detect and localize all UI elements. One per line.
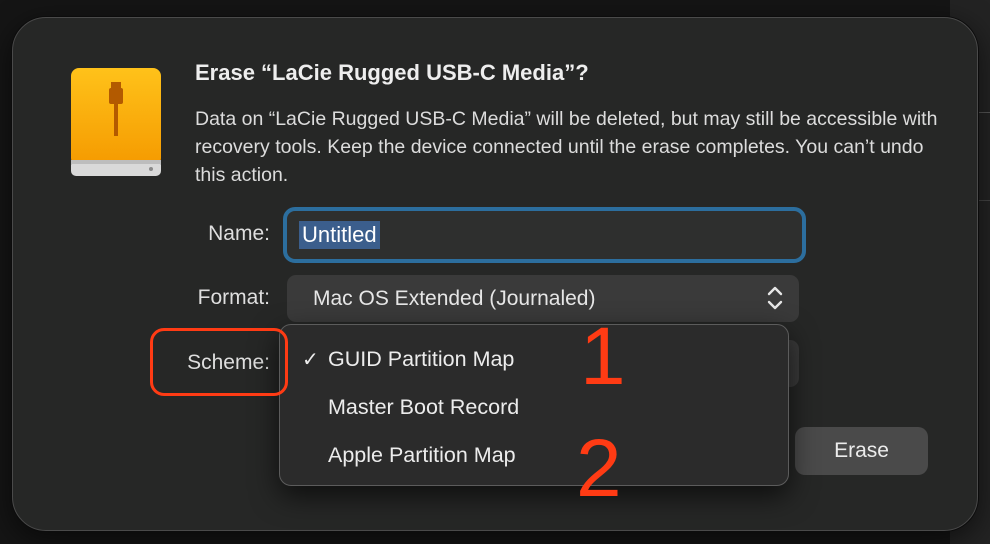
name-input-value[interactable]: Untitled (299, 221, 380, 249)
menu-item-apple-partition-map[interactable]: Apple Partition Map (280, 431, 788, 479)
annotation-number-1: 1 (580, 311, 626, 402)
menu-item-master-boot-record[interactable]: Master Boot Record (280, 383, 788, 431)
dialog-title: Erase “LaCie Rugged USB-C Media”? (195, 60, 589, 85)
format-popup-value: Mac OS Extended (Journaled) (313, 286, 596, 310)
menu-item-label: Master Boot Record (328, 394, 520, 419)
menu-item-guid-partition-map[interactable]: ✓ GUID Partition Map (280, 335, 788, 383)
annotation-highlight-box (150, 328, 288, 396)
format-label: Format: (197, 286, 270, 309)
dialog-message: Data on “LaCie Rugged USB-C Media” will … (195, 108, 938, 186)
up-down-chevron-icon (767, 286, 783, 310)
name-input[interactable]: Untitled (283, 207, 806, 263)
menu-item-label: GUID Partition Map (328, 346, 515, 371)
background-divider (978, 200, 990, 201)
checkmark-icon: ✓ (302, 349, 319, 371)
menu-item-label: Apple Partition Map (328, 442, 516, 467)
external-drive-icon (71, 68, 161, 176)
scheme-dropdown-menu: ✓ GUID Partition Map Master Boot Record … (279, 324, 789, 486)
annotation-number-2: 2 (576, 423, 622, 514)
background-divider (978, 112, 990, 113)
name-label: Name: (208, 222, 270, 245)
format-popup-button[interactable]: Mac OS Extended (Journaled) (287, 275, 799, 322)
erase-button[interactable]: Erase (795, 427, 928, 475)
